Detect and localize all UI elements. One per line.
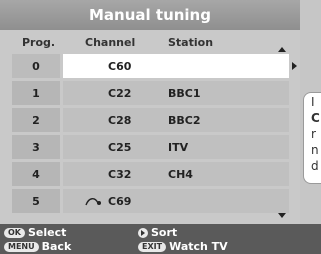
- station-label: BBC1: [168, 87, 201, 100]
- channel-cell[interactable]: C28 BBC2: [63, 108, 289, 132]
- channel-label: C60: [108, 60, 132, 73]
- right-arrow-icon: [292, 62, 297, 70]
- side-text: I: [311, 95, 315, 109]
- side-text: n: [311, 143, 319, 157]
- channel-cell[interactable]: C22 BBC1: [63, 81, 289, 105]
- channel-label: C25: [108, 141, 132, 154]
- scroll-down-arrow-icon[interactable]: [278, 213, 286, 218]
- list-item[interactable]: 3 C25 ITV: [12, 135, 289, 159]
- sort-label: Sort: [151, 226, 178, 239]
- list-item[interactable]: 1 C22 BBC1: [12, 81, 289, 105]
- prog-number: 4: [12, 162, 60, 186]
- footer-bar: OK Select MENU Back Sort EXIT Watch TV: [0, 224, 321, 254]
- channel-label: C69: [108, 195, 132, 208]
- ok-select-hint[interactable]: OK Select: [4, 226, 66, 239]
- side-text: C: [311, 111, 320, 125]
- menu-label: Back: [41, 240, 72, 253]
- channel-cell[interactable]: C32 CH4: [63, 162, 289, 186]
- right-key-icon: [138, 227, 148, 238]
- column-header-station: Station: [168, 36, 214, 49]
- list-item[interactable]: 0 C60: [12, 54, 289, 78]
- exit-key: EXIT: [138, 241, 167, 252]
- sort-hint[interactable]: Sort: [138, 226, 177, 239]
- channel-list: 0 C60 1 C22 BBC1 2 C28 BBC2 3 C25 ITV 4 …: [12, 54, 289, 216]
- prog-number: 2: [12, 108, 60, 132]
- side-text: r: [311, 127, 316, 141]
- station-label: BBC2: [168, 114, 201, 127]
- ok-key: OK: [4, 227, 25, 238]
- prog-number: 0: [12, 54, 60, 78]
- scroll-up-arrow-icon[interactable]: [278, 47, 286, 52]
- page-title: Manual tuning: [0, 0, 300, 30]
- ok-label: Select: [28, 226, 67, 239]
- column-header-channel: Channel: [85, 36, 136, 49]
- list-item[interactable]: 4 C32 CH4: [12, 162, 289, 186]
- exit-watch-tv-hint[interactable]: EXIT Watch TV: [138, 240, 228, 253]
- side-info-panel: I C r n d: [303, 92, 321, 184]
- station-label: ITV: [168, 141, 189, 154]
- prog-number: 1: [12, 81, 60, 105]
- menu-key: MENU: [4, 241, 39, 252]
- channel-label: C32: [108, 168, 132, 181]
- menu-back-hint[interactable]: MENU Back: [4, 240, 71, 253]
- exit-label: Watch TV: [169, 240, 228, 253]
- channel-label: C28: [108, 114, 132, 127]
- prog-number: 5: [12, 189, 60, 213]
- side-text: d: [311, 159, 319, 173]
- channel-cell[interactable]: C25 ITV: [63, 135, 289, 159]
- channel-cell[interactable]: C60: [63, 54, 289, 78]
- signal-wave-icon: [85, 198, 101, 206]
- prog-number: 3: [12, 135, 60, 159]
- channel-cell[interactable]: C69: [63, 189, 289, 213]
- list-item[interactable]: 5 C69: [12, 189, 289, 213]
- column-header-prog: Prog.: [22, 36, 56, 49]
- channel-label: C22: [108, 87, 132, 100]
- station-label: CH4: [168, 168, 193, 181]
- list-item[interactable]: 2 C28 BBC2: [12, 108, 289, 132]
